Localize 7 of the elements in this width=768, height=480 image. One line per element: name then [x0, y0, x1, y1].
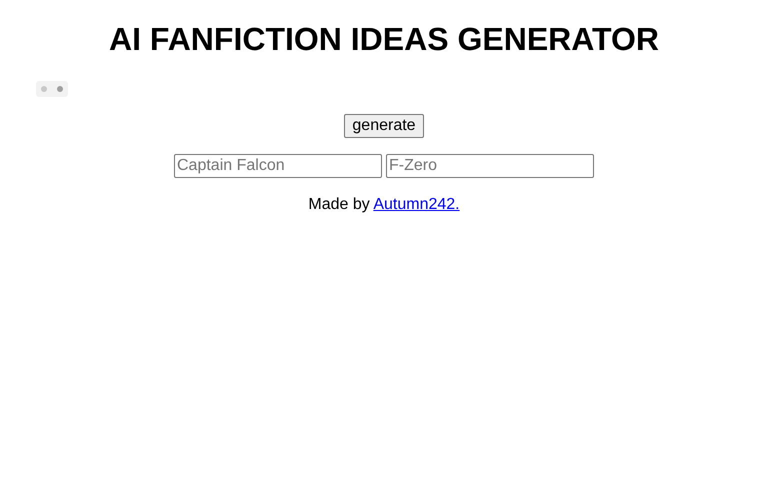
text-input[interactable]: F-Zero	[386, 154, 594, 178]
text-input[interactable]: Captain Falcon	[174, 154, 382, 178]
generate-button[interactable]: generate	[344, 114, 424, 138]
page-title: AI FANFICTION IDEAS GENERATOR	[108, 20, 660, 58]
loading-dots-icon	[36, 81, 68, 97]
author-link[interactable]: Autumn242.	[373, 196, 460, 213]
credit-text: Made by Autumn242.	[308, 196, 460, 214]
